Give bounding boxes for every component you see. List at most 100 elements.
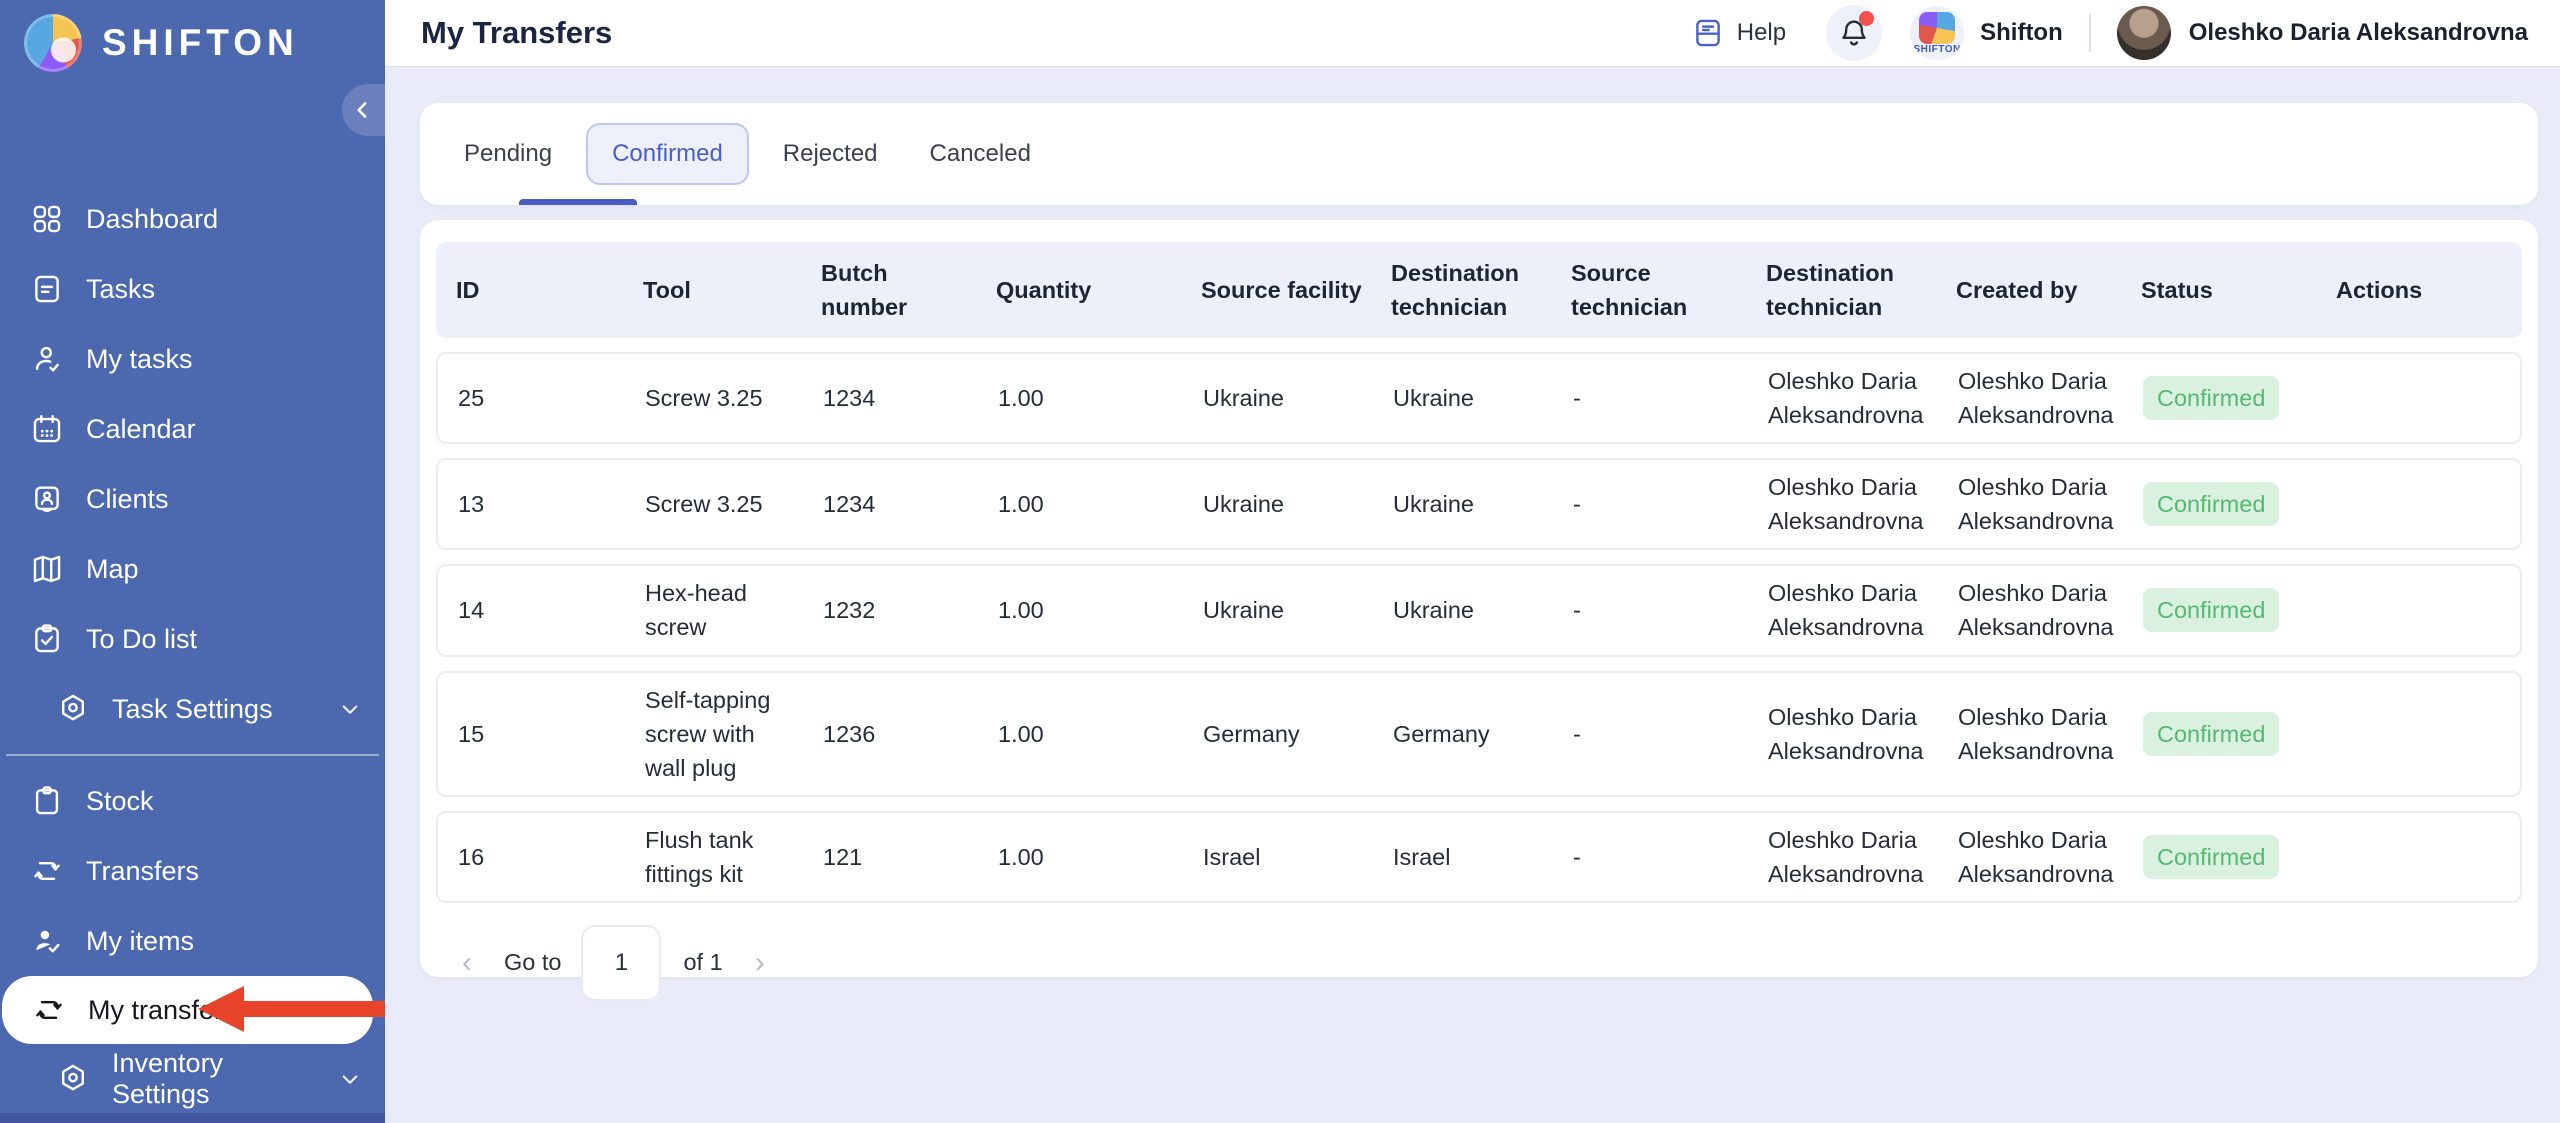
pagination-prev-button[interactable]: ‹ bbox=[450, 946, 484, 980]
sidebar-item-dashboard[interactable]: Dashboard bbox=[0, 184, 385, 254]
help-label: Help bbox=[1737, 19, 1786, 47]
cell-tool: Screw 3.25 bbox=[633, 460, 811, 548]
sidebar-collapse-button[interactable] bbox=[342, 84, 385, 136]
cell-tool: Hex-head screw bbox=[633, 566, 811, 654]
pagination-next-button[interactable]: › bbox=[743, 946, 777, 980]
sidebar-item-label: My items bbox=[86, 926, 194, 957]
cell-quantity: 1.00 bbox=[986, 460, 1191, 548]
transfers-icon bbox=[30, 854, 64, 888]
cell-status: Confirmed bbox=[2131, 354, 2326, 442]
cell-destination_technician: Germany bbox=[1381, 673, 1561, 795]
sidebar-divider bbox=[6, 754, 379, 756]
brand-logo[interactable]: SHIFTON bbox=[0, 0, 385, 72]
cell-source_facility: Ukraine bbox=[1191, 460, 1381, 548]
cell-created_by: Oleshko Daria Aleksandrovna bbox=[1946, 673, 2131, 795]
sidebar-item-label: Dashboard bbox=[86, 204, 218, 235]
tabs-card: PendingConfirmedRejectedCanceled bbox=[420, 103, 2538, 205]
cell-quantity: 1.00 bbox=[986, 813, 1191, 901]
sidebar-bottom-strip bbox=[0, 1113, 385, 1123]
column-header: Butch number bbox=[809, 242, 984, 338]
table-body: 25Screw 3.2512341.00UkraineUkraine-Olesh… bbox=[420, 352, 2538, 903]
cell-butch_number: 1234 bbox=[811, 354, 986, 442]
pagination-goto-label: Go to bbox=[504, 949, 561, 976]
main-area: My Transfers Help SHIFTON bbox=[385, 0, 2560, 1123]
column-header: Source technician bbox=[1559, 242, 1754, 338]
cell-status: Confirmed bbox=[2131, 813, 2326, 901]
column-header: ID bbox=[436, 242, 631, 338]
column-header: Destination technician bbox=[1754, 242, 1944, 338]
user-menu[interactable]: Oleshko Daria Aleksandrovna bbox=[2117, 6, 2528, 60]
tab-canceled[interactable]: Canceled bbox=[904, 123, 1057, 185]
sidebar-item-transfers[interactable]: Transfers bbox=[0, 836, 385, 906]
dashboard-grid-icon bbox=[30, 202, 64, 236]
pagination-page-input[interactable] bbox=[581, 925, 661, 1001]
cell-id: 16 bbox=[438, 813, 633, 901]
transfers-icon bbox=[32, 993, 66, 1027]
cell-source_facility: Ukraine bbox=[1191, 354, 1381, 442]
cell-quantity: 1.00 bbox=[986, 673, 1191, 795]
cell-quantity: 1.00 bbox=[986, 566, 1191, 654]
sidebar-item-map[interactable]: Map bbox=[0, 534, 385, 604]
table-row[interactable]: 15Self-tapping screw with wall plug12361… bbox=[436, 671, 2522, 797]
sidebar-item-calendar[interactable]: Calendar bbox=[0, 394, 385, 464]
sidebar-item-my-tasks[interactable]: My tasks bbox=[0, 324, 385, 394]
cell-actions bbox=[2326, 354, 2520, 442]
company-menu[interactable]: SHIFTON Shifton bbox=[1910, 6, 2063, 60]
cell-source_technician: - bbox=[1561, 566, 1756, 654]
sidebar-item-to-do-list[interactable]: To Do list bbox=[0, 604, 385, 674]
sidebar-item-inventory-settings[interactable]: Inventory Settings bbox=[0, 1044, 385, 1114]
brand-logo-icon bbox=[24, 14, 82, 72]
company-name: Shifton bbox=[1980, 19, 2063, 47]
cell-butch_number: 1236 bbox=[811, 673, 986, 795]
sidebar-item-my-items[interactable]: My items bbox=[0, 906, 385, 976]
table-row[interactable]: 25Screw 3.2512341.00UkraineUkraine-Olesh… bbox=[436, 352, 2522, 444]
cell-source_technician: - bbox=[1561, 354, 1756, 442]
cell-destination_technician_2: Oleshko Daria Aleksandrovna bbox=[1756, 673, 1946, 795]
status-badge: Confirmed bbox=[2143, 835, 2279, 879]
cell-status: Confirmed bbox=[2131, 460, 2326, 548]
cell-id: 14 bbox=[438, 566, 633, 654]
cell-status: Confirmed bbox=[2131, 566, 2326, 654]
cell-destination_technician: Ukraine bbox=[1381, 460, 1561, 548]
cell-tool: Flush tank fittings kit bbox=[633, 813, 811, 901]
sidebar-item-label: Transfers bbox=[86, 856, 199, 887]
my-tasks-icon bbox=[30, 342, 64, 376]
cell-destination_technician: Ukraine bbox=[1381, 354, 1561, 442]
cell-butch_number: 121 bbox=[811, 813, 986, 901]
sidebar-item-label: Inventory Settings bbox=[112, 1048, 313, 1110]
cell-butch_number: 1234 bbox=[811, 460, 986, 548]
help-button[interactable]: Help bbox=[1691, 16, 1786, 50]
sidebar-item-task-settings[interactable]: Task Settings bbox=[0, 674, 385, 744]
company-logo-avatar: SHIFTON bbox=[1910, 6, 1964, 60]
cell-destination_technician_2: Oleshko Daria Aleksandrovna bbox=[1756, 566, 1946, 654]
tab-confirmed[interactable]: Confirmed bbox=[586, 123, 749, 185]
tab-pending[interactable]: Pending bbox=[438, 123, 578, 185]
sidebar-item-clients[interactable]: Clients bbox=[0, 464, 385, 534]
cell-destination_technician_2: Oleshko Daria Aleksandrovna bbox=[1756, 354, 1946, 442]
sidebar: SHIFTON Dashboard Tasks My tasks Calenda… bbox=[0, 0, 385, 1123]
column-header: Created by bbox=[1944, 242, 2129, 338]
table-row[interactable]: 13Screw 3.2512341.00UkraineUkraine-Olesh… bbox=[436, 458, 2522, 550]
table-header-row: IDToolButch numberQuantitySource facilit… bbox=[436, 242, 2522, 338]
brand-name: SHIFTON bbox=[102, 22, 299, 64]
sidebar-item-label: Task Settings bbox=[112, 694, 273, 725]
sidebar-item-label: Map bbox=[86, 554, 139, 585]
sidebar-item-tasks[interactable]: Tasks bbox=[0, 254, 385, 324]
cell-destination_technician: Israel bbox=[1381, 813, 1561, 901]
sidebar-item-stock[interactable]: Stock bbox=[0, 766, 385, 836]
cell-id: 13 bbox=[438, 460, 633, 548]
active-tab-underline bbox=[519, 199, 637, 205]
cell-actions bbox=[2326, 460, 2520, 548]
notifications-button[interactable] bbox=[1826, 5, 1882, 61]
table-row[interactable]: 14Hex-head screw12321.00UkraineUkraine-O… bbox=[436, 564, 2522, 656]
notification-dot bbox=[1859, 11, 1874, 26]
tabs-row: PendingConfirmedRejectedCanceled bbox=[420, 103, 2538, 205]
sidebar-item-my-transfers[interactable]: My transfers bbox=[2, 976, 373, 1044]
cell-quantity: 1.00 bbox=[986, 354, 1191, 442]
table-row[interactable]: 16Flush tank fittings kit1211.00IsraelIs… bbox=[436, 811, 2522, 903]
tasks-icon bbox=[30, 272, 64, 306]
sidebar-item-label: Clients bbox=[86, 484, 169, 515]
chevron-left-icon bbox=[350, 97, 376, 123]
tab-rejected[interactable]: Rejected bbox=[757, 123, 904, 185]
cell-created_by: Oleshko Daria Aleksandrovna bbox=[1946, 566, 2131, 654]
